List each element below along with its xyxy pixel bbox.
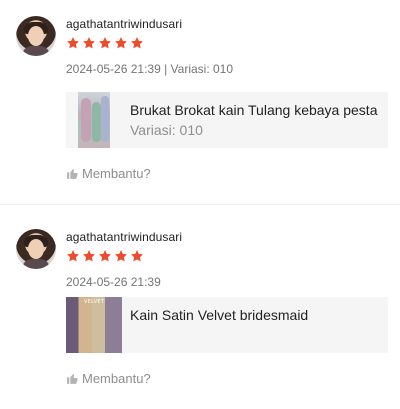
star-icon [66, 249, 80, 263]
helpful-label: Membantu? [82, 166, 151, 181]
product-thumbnail [78, 92, 110, 148]
rating-stars [66, 249, 144, 263]
product-thumbnail: VELVET [66, 297, 122, 353]
product-title: Kain Satin Velvet bridesmaid [130, 307, 309, 323]
review-meta: 2024-05-26 21:39 [66, 275, 161, 289]
product-variant: Variasi: 010 [130, 122, 203, 138]
avatar-face [28, 26, 44, 46]
star-icon [98, 249, 112, 263]
star-icon [98, 36, 112, 50]
avatar-face [28, 239, 44, 259]
star-icon [82, 36, 96, 50]
thumbnail-label: VELVET [84, 299, 105, 305]
helpful-button[interactable]: Membantu? [66, 166, 151, 181]
star-icon [130, 36, 144, 50]
thumbnail-figure [92, 102, 101, 142]
reviewer-username[interactable]: agathatantriwindusari [66, 230, 182, 244]
thumbnail-figure [101, 96, 109, 142]
review-item: agathatantriwindusari 2024-05-26 21:39 |… [0, 0, 400, 197]
product-card[interactable]: Brukat Brokat kain Tulang kebaya pesta V… [66, 92, 388, 148]
star-icon [114, 36, 128, 50]
rating-stars [66, 36, 144, 50]
helpful-label: Membantu? [82, 371, 151, 386]
avatar-shirt [22, 46, 50, 56]
review-item: agathatantriwindusari 2024-05-26 21:39 V… [0, 204, 400, 409]
star-icon [82, 249, 96, 263]
review-meta: 2024-05-26 21:39 | Variasi: 010 [66, 62, 234, 76]
thumbnail-figure [81, 98, 91, 142]
reviewer-username[interactable]: agathatantriwindusari [66, 17, 182, 31]
star-icon [66, 36, 80, 50]
avatar-shirt [22, 259, 50, 269]
star-icon [130, 249, 144, 263]
reviewer-avatar[interactable] [16, 16, 56, 56]
star-icon [114, 249, 128, 263]
reviewer-avatar[interactable] [16, 229, 56, 269]
product-title: Brukat Brokat kain Tulang kebaya pesta [130, 102, 378, 118]
helpful-button[interactable]: Membantu? [66, 371, 151, 386]
product-card[interactable]: VELVET Kain Satin Velvet bridesmaid [66, 297, 388, 353]
thumbs-up-icon [66, 372, 79, 385]
thumbs-up-icon [66, 167, 79, 180]
